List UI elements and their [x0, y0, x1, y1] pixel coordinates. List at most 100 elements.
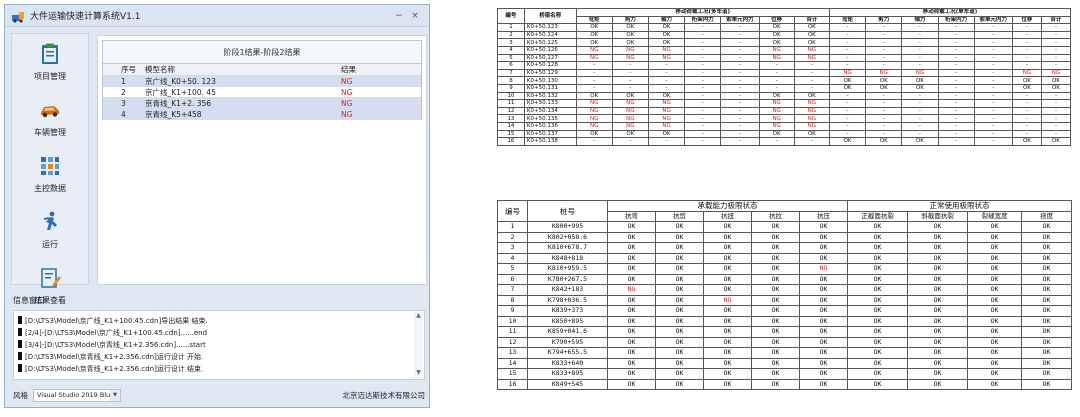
cell-result: -	[720, 30, 760, 40]
grid-cell-result: NG	[341, 76, 353, 86]
table-row[interactable]: 4 京青线_K5+458 NG	[103, 109, 421, 120]
cell-result: -	[973, 45, 1013, 55]
grid-cell-name: 京青线_K5+458	[145, 109, 202, 119]
cell-result: -	[901, 106, 939, 116]
scroll-up-icon[interactable]: ▲	[414, 312, 423, 321]
cell-result: -	[1040, 61, 1072, 70]
log-marker	[18, 340, 22, 348]
cell-pile: K833+640	[527, 357, 608, 369]
grid-header-cell[interactable]: 结果	[339, 64, 421, 75]
cell-result: OK	[703, 357, 752, 369]
cell-result: OK	[847, 326, 909, 338]
cell-result: OK	[793, 23, 830, 32]
grid-header-cell[interactable]: 序号	[117, 64, 143, 75]
table-row: 9 K839+373 OK OK OK OK OK OK OK OK OK	[497, 305, 1073, 317]
cell-no: 16	[497, 378, 528, 390]
table-row: 3 K810+678.7 OK OK OK OK OK OK OK OK OK	[497, 242, 1073, 254]
cell-result: OK	[607, 221, 656, 233]
grid-cell-name: 京青线_K1+2. 356	[145, 98, 212, 108]
result-grid: 序号 模型名称 结果 1 京广线_K0+50. 123 NG 2 京广线_K1+…	[102, 64, 422, 120]
cell-result: -	[611, 83, 649, 93]
window-title: 大件运输快速计算系统V1.1	[30, 12, 141, 22]
cell-result: -	[684, 114, 722, 123]
cell-result: -	[575, 83, 613, 93]
cell-no: 13	[497, 114, 525, 123]
cell-result: OK	[798, 231, 849, 243]
table-row[interactable]: 1 京广线_K0+50. 123 NG	[103, 76, 421, 87]
cell-result: OK	[703, 231, 752, 243]
cell-no: 5	[497, 263, 528, 275]
cell-result: -	[611, 137, 649, 146]
cell-no: 6	[497, 273, 528, 285]
cell-result: OK	[967, 357, 1023, 369]
log-text: [3/4]-[D:\LTS3\Model\京青线_K1+2.356.cdn]..…	[25, 341, 206, 349]
header-sub: 斜截面抗裂	[907, 210, 969, 222]
cell-result: OK	[751, 231, 800, 243]
sidebar-item-vehicle[interactable]: 车辆管理	[12, 90, 88, 146]
style-select[interactable]: Visual Studio 2019 Blue ▼	[33, 388, 121, 402]
cell-result: OK	[907, 305, 969, 317]
scroll-down-icon[interactable]: ▼	[414, 369, 423, 378]
cell-result: -	[684, 129, 722, 139]
cell-result: -	[937, 91, 975, 101]
cell-result: OK	[751, 252, 800, 264]
cell-result: -	[901, 45, 939, 55]
clipboard-icon	[42, 43, 58, 64]
sidebar-item-master-data[interactable]: 主控数据	[12, 146, 88, 202]
grid-cell-result: NG	[341, 109, 353, 119]
cell-result: NG	[865, 68, 903, 78]
cell-result: OK	[607, 305, 656, 317]
cell-result: -	[828, 61, 867, 70]
cell-no: 10	[497, 91, 525, 101]
cell-no: 2	[497, 30, 525, 40]
info-log[interactable]: [D:\LTS3\Model\京广线_K1+100.45.cdn]导出结果 结束…	[13, 310, 425, 380]
cell-result: OK	[751, 326, 800, 338]
table-row: 16 K849+545 OK OK OK OK OK OK OK OK OK	[497, 378, 1073, 390]
sidebar-item-label: 运行	[42, 240, 58, 249]
cell-result: -	[1040, 91, 1072, 101]
cell-result: NG	[611, 121, 649, 131]
table-row: 6 K0+50.128- - - - - - - - - - - - - -	[497, 61, 1072, 70]
cell-result: OK	[901, 83, 939, 93]
sidebar-item-run[interactable]: 运行	[12, 202, 88, 258]
cell-result: OK	[655, 347, 704, 359]
cell-result: -	[901, 30, 939, 40]
table-row: 8 K798+036.5 OK OK NG OK OK OK OK OK OK	[497, 294, 1073, 306]
table-row: 7 K0+50.129- - - - - - - NG NG NG - - NG NG	[497, 68, 1072, 78]
grid-cell-no: 3	[121, 98, 126, 108]
cell-result: NG	[793, 45, 830, 55]
cell-no: 3	[497, 242, 528, 254]
cell-result: -	[1011, 45, 1042, 55]
cell-result: -	[1040, 30, 1072, 40]
close-button[interactable]: ×	[407, 11, 423, 21]
cell-result: OK	[798, 294, 849, 306]
sidebar-item-project[interactable]: 项目管理	[12, 34, 88, 90]
table-row: 9 K0+50.131- - - - - - - OK OK OK - - OK OK	[497, 83, 1072, 93]
cell-result: OK	[798, 273, 849, 285]
chevron-down-icon[interactable]: ▼	[110, 389, 120, 401]
cell-result: OK	[751, 315, 800, 327]
grid-header-cell[interactable]: 模型名称	[143, 64, 339, 75]
cell-result: -	[720, 83, 760, 93]
cell-pile: K810+678.7	[527, 242, 608, 254]
cell-result: OK	[901, 137, 939, 146]
cell-result: OK	[793, 129, 830, 139]
cell-pile: K850+895	[527, 315, 608, 327]
cell-result: -	[901, 38, 939, 47]
table-row[interactable]: 2 京广线_K1+100. 45 NG	[103, 87, 421, 98]
cell-result: OK	[907, 231, 969, 243]
cell-result: OK	[758, 129, 795, 139]
table-row[interactable]: 3 京青线_K1+2. 356 NG	[103, 98, 421, 109]
cell-result: -	[901, 121, 939, 131]
cell-result: OK	[847, 263, 909, 275]
header-sub: 位移	[758, 15, 795, 25]
cell-result: -	[973, 83, 1013, 93]
cell-result: OK	[967, 242, 1023, 254]
minimize-button[interactable]: −	[391, 11, 407, 21]
cell-result: -	[720, 99, 760, 108]
cell-result: OK	[758, 91, 795, 101]
log-scrollbar[interactable]: ▲ ▼	[414, 312, 423, 378]
cell-result: -	[865, 45, 903, 55]
cell-result: OK	[907, 252, 969, 264]
cell-result: OK	[828, 83, 867, 93]
